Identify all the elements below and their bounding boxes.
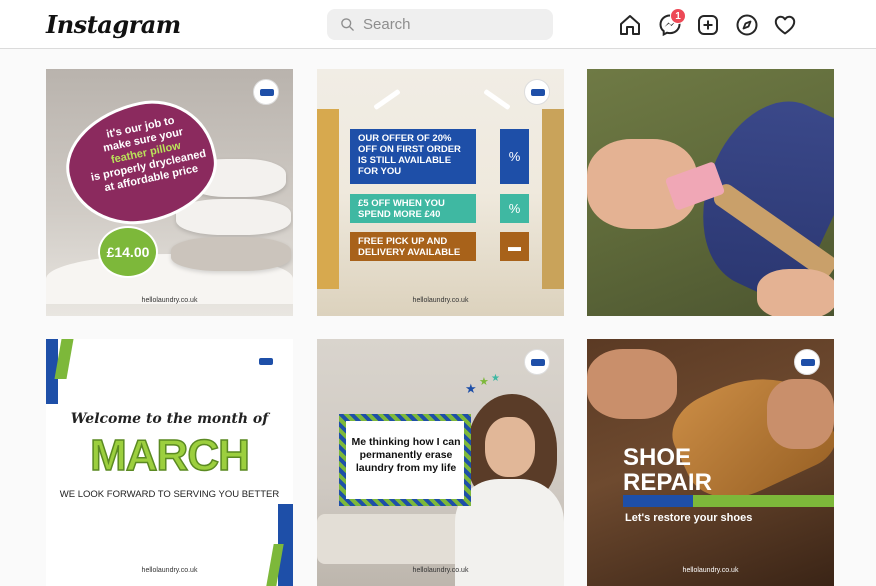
post-tile-shoe-repair[interactable]: SHOE REPAIR Let's restore your shoes hell… [587, 339, 834, 586]
home-icon[interactable] [618, 13, 642, 37]
wall-panel [317, 109, 339, 289]
welcome-text: Welcome to the month of [70, 411, 269, 427]
website-url: hellolaundry.co.uk [141, 297, 198, 304]
offer-spend-more: £5 OFF WHEN YOU SPEND MORE £40 [350, 194, 476, 223]
brand-logo-icon [253, 349, 279, 375]
post-tile-meme[interactable]: Me thinking how I can permanently erase … [317, 339, 564, 586]
headline-text: SHOE REPAIR [623, 445, 712, 495]
instagram-logo[interactable]: Instagram [46, 10, 181, 39]
website-url: hellolaundry.co.uk [141, 567, 198, 574]
website-url: hellolaundry.co.uk [412, 567, 469, 574]
ceiling-light [373, 88, 401, 111]
headline-word: REPAIR [623, 469, 712, 496]
offer-free-delivery: FREE PICK UP AND DELIVERY AVAILABLE [350, 232, 476, 261]
hand-image [587, 349, 677, 419]
post-tile-offers[interactable]: OUR OFFER OF 20% OFF ON FIRST ORDER IS S… [317, 69, 564, 316]
pillow-image [171, 237, 291, 271]
brand-logo-icon [794, 349, 820, 375]
activity-heart-icon[interactable] [773, 13, 797, 37]
website-url: hellolaundry.co.uk [412, 297, 469, 304]
website-url: hellolaundry.co.uk [682, 567, 739, 574]
offer-first-order: OUR OFFER OF 20% OFF ON FIRST ORDER IS S… [350, 129, 476, 184]
post-tile-feather-pillow[interactable]: it's our job to make sure your feather p… [46, 69, 293, 316]
headline-word: SHOE [623, 444, 692, 471]
subtitle-text: WE LOOK FORWARD TO SERVING YOU BETTER [59, 489, 280, 500]
hand-image [767, 379, 834, 449]
decor-bar [693, 495, 834, 507]
star-icon: ★ [491, 373, 500, 384]
wall-panel [542, 109, 564, 289]
search-box[interactable] [327, 9, 553, 40]
brand-logo-icon [524, 349, 550, 375]
star-icon: ★ [465, 381, 477, 396]
search-icon [341, 18, 354, 31]
hand-image [757, 269, 834, 316]
post-tile-march[interactable]: Welcome to the month of MARCH WE LOOK FO… [46, 339, 293, 586]
brand-logo-icon [524, 79, 550, 105]
new-post-icon[interactable] [696, 13, 720, 37]
decor-bar [623, 495, 693, 507]
month-title: MARCH [89, 430, 250, 481]
delivery-truck-icon: ▬ [500, 232, 529, 261]
discount-icon: % [500, 194, 529, 223]
brand-logo-icon [253, 79, 279, 105]
price-tag-icon: % [500, 129, 529, 184]
pillow-image [176, 199, 291, 235]
quote-text: Me thinking how I can permanently erase … [351, 436, 461, 474]
post-tile-shoe-cleaning[interactable] [587, 69, 834, 316]
ceiling-light [483, 88, 511, 111]
woman-face-image [485, 417, 535, 477]
notification-badge: 1 [670, 8, 686, 24]
tagline-text: Let's restore your shoes [625, 512, 753, 524]
sofa-image [317, 514, 467, 564]
search-input[interactable] [363, 9, 543, 40]
star-icon: ★ [479, 376, 489, 388]
explore-icon[interactable] [735, 13, 759, 37]
price-badge: £14.00 [98, 226, 158, 278]
top-navigation-bar: Instagram 1 [0, 0, 876, 49]
